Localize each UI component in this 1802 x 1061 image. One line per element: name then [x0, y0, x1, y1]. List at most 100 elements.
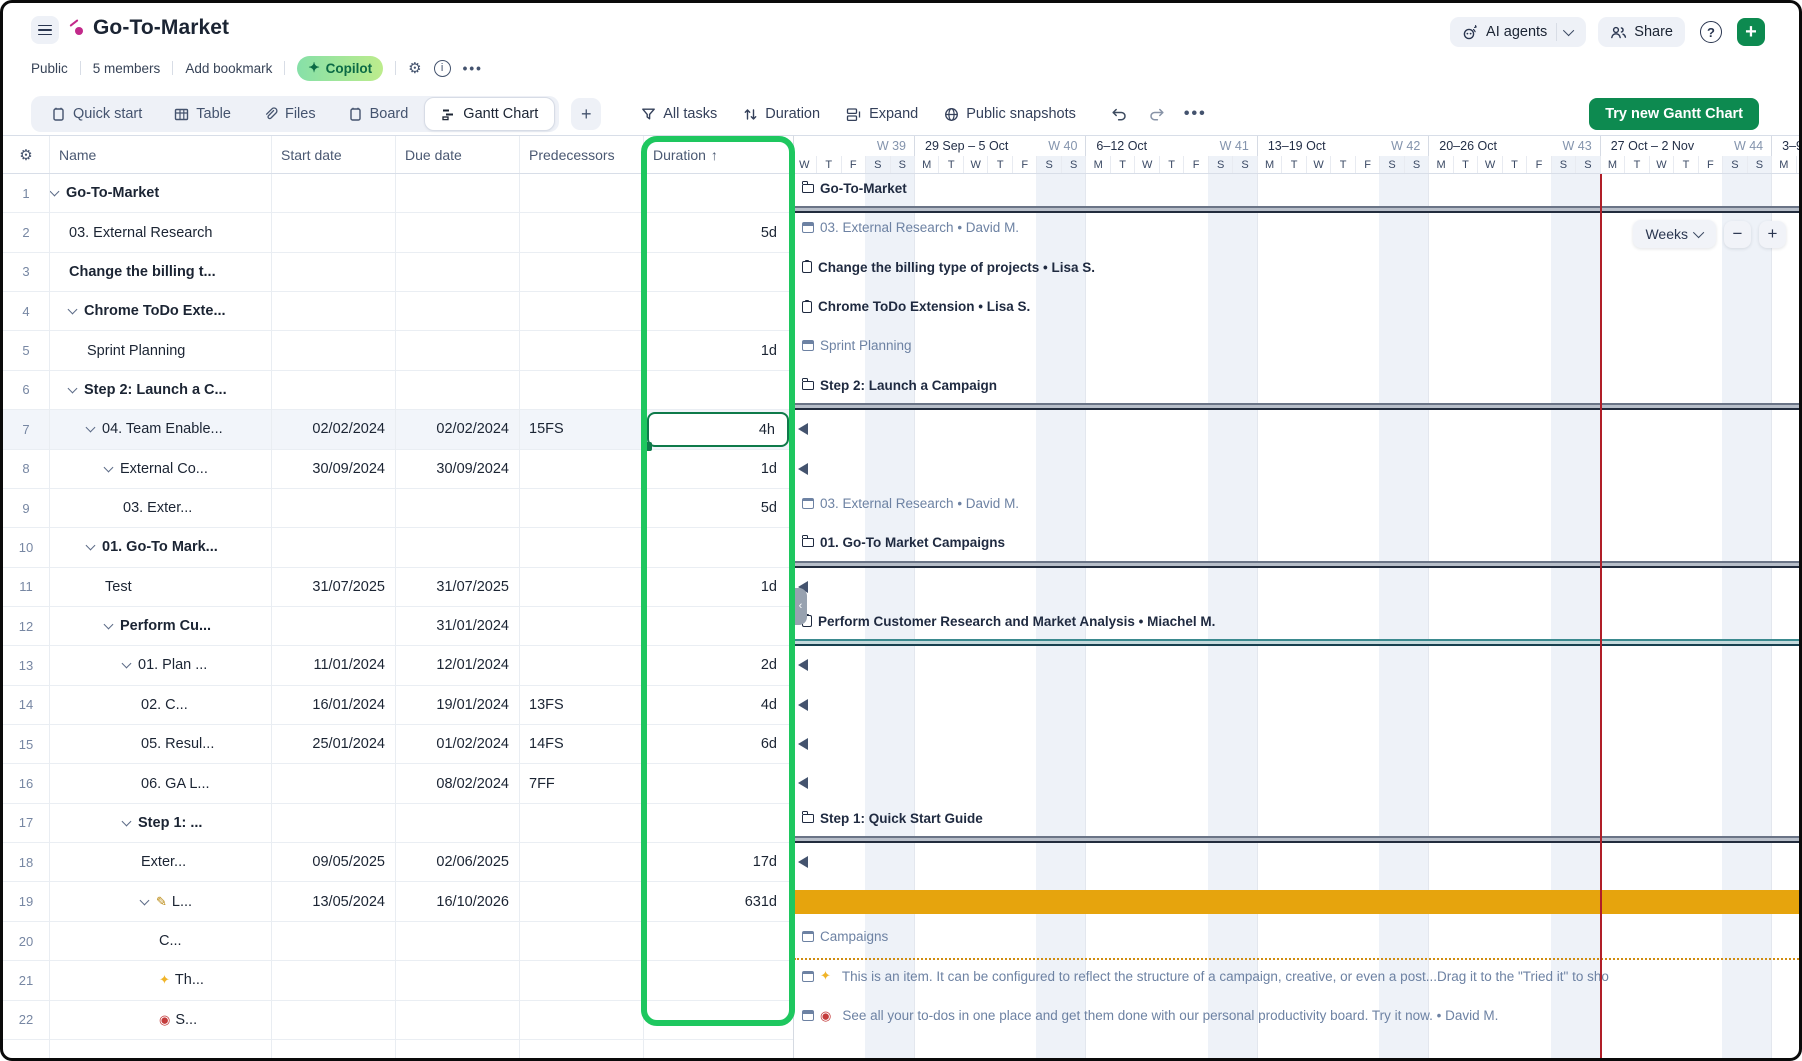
- members-label[interactable]: 5 members: [93, 61, 161, 76]
- table-row[interactable]: 6Step 2: Launch a C...: [3, 371, 793, 410]
- predecessors-cell[interactable]: [519, 922, 643, 960]
- task-name-cell[interactable]: 02. C...: [49, 686, 271, 724]
- due-date-cell[interactable]: [395, 174, 519, 212]
- task-name-cell[interactable]: 01. Go-To Mark...: [49, 528, 271, 566]
- start-date-cell[interactable]: [271, 1001, 395, 1039]
- tab-table[interactable]: Table: [158, 96, 247, 132]
- copilot-button[interactable]: ✦ Copilot: [297, 56, 383, 81]
- due-date-cell[interactable]: [395, 292, 519, 330]
- tab-quick-start[interactable]: Quick start: [35, 96, 158, 132]
- task-name-cell[interactable]: 03. External Research: [49, 213, 271, 251]
- add-view-button[interactable]: +: [571, 98, 601, 130]
- start-date-cell[interactable]: [271, 489, 395, 527]
- tab-board[interactable]: Board: [332, 96, 425, 132]
- gantt-row[interactable]: ✦This is an item. It can be configured t…: [794, 961, 1802, 1000]
- due-date-cell[interactable]: [395, 489, 519, 527]
- column-header-predecessors[interactable]: Predecessors: [529, 136, 615, 174]
- start-date-cell[interactable]: [271, 528, 395, 566]
- column-header-start[interactable]: Start date: [281, 136, 342, 174]
- duration-cell[interactable]: 5d: [643, 213, 793, 251]
- table-row[interactable]: 704. Team Enable...02/02/202402/02/20241…: [3, 410, 793, 449]
- gantt-row[interactable]: [794, 646, 1802, 685]
- redo-icon[interactable]: [1147, 107, 1166, 122]
- chevron-down-icon[interactable]: [122, 659, 132, 669]
- predecessors-cell[interactable]: [519, 174, 643, 212]
- gantt-task-label[interactable]: Sprint Planning: [802, 338, 912, 353]
- undo-icon[interactable]: [1110, 107, 1129, 122]
- predecessors-cell[interactable]: [519, 646, 643, 684]
- chevron-down-icon[interactable]: [50, 187, 60, 197]
- share-button[interactable]: Share: [1598, 17, 1685, 47]
- task-name-cell[interactable]: Change the billing t...: [49, 253, 271, 291]
- due-date-cell[interactable]: [395, 253, 519, 291]
- start-date-cell[interactable]: [271, 253, 395, 291]
- gantt-row[interactable]: [794, 882, 1802, 921]
- table-row[interactable]: 19✎L...13/05/202416/10/2026631d: [3, 882, 793, 921]
- offscreen-left-arrow-icon[interactable]: [798, 699, 808, 711]
- gantt-task-bar[interactable]: [794, 890, 1802, 914]
- duration-cell[interactable]: 2d: [643, 646, 793, 684]
- task-name-cell[interactable]: 01. Plan ...: [49, 646, 271, 684]
- offscreen-left-arrow-icon[interactable]: [798, 777, 808, 789]
- start-date-cell[interactable]: [271, 174, 395, 212]
- due-date-cell[interactable]: [395, 528, 519, 566]
- due-date-cell[interactable]: 01/02/2024: [395, 725, 519, 763]
- duration-cell[interactable]: [643, 804, 793, 842]
- task-name-cell[interactable]: Go-To-Market: [49, 174, 271, 212]
- task-name-cell[interactable]: External Co...: [49, 450, 271, 488]
- gantt-row[interactable]: [794, 568, 1802, 607]
- due-date-cell[interactable]: [395, 1001, 519, 1039]
- due-date-cell[interactable]: 16/10/2026: [395, 882, 519, 920]
- task-name-cell[interactable]: 05. Resul...: [49, 725, 271, 763]
- start-date-cell[interactable]: [271, 371, 395, 409]
- help-button[interactable]: ?: [1697, 18, 1725, 46]
- action-all-tasks[interactable]: All tasks: [641, 106, 717, 122]
- duration-cell[interactable]: 17d: [643, 843, 793, 881]
- gantt-row[interactable]: [794, 450, 1802, 489]
- chevron-down-icon[interactable]: [68, 305, 78, 315]
- gantt-row[interactable]: 01. Go-To Market Campaigns: [794, 528, 1802, 567]
- chevron-down-icon[interactable]: [86, 423, 96, 433]
- start-date-cell[interactable]: [271, 607, 395, 645]
- toolbar-more-icon[interactable]: •••: [1184, 105, 1207, 123]
- timescale-dropdown[interactable]: Weeks: [1633, 220, 1716, 248]
- gantt-task-label[interactable]: Campaigns: [802, 929, 888, 944]
- task-name-cell[interactable]: 06. GA L...: [49, 764, 271, 802]
- table-row[interactable]: 18Exter...09/05/202502/06/202517d: [3, 843, 793, 882]
- gantt-task-label[interactable]: Perform Customer Research and Market Ana…: [802, 614, 1215, 629]
- start-date-cell[interactable]: 09/05/2025: [271, 843, 395, 881]
- chevron-down-icon[interactable]: [1563, 25, 1574, 36]
- table-row[interactable]: 1606. GA L...08/02/20247FF: [3, 764, 793, 803]
- more-options-icon[interactable]: •••: [463, 61, 483, 76]
- due-date-cell[interactable]: [395, 961, 519, 999]
- table-row[interactable]: 1Go-To-Market: [3, 174, 793, 213]
- due-date-cell[interactable]: [395, 213, 519, 251]
- action-duration[interactable]: Duration: [743, 106, 820, 122]
- offscreen-left-arrow-icon[interactable]: [798, 659, 808, 671]
- tab-files[interactable]: Files: [247, 96, 332, 132]
- predecessors-cell[interactable]: [519, 213, 643, 251]
- add-bookmark-link[interactable]: Add bookmark: [185, 61, 272, 76]
- predecessors-cell[interactable]: [519, 843, 643, 881]
- gantt-row[interactable]: [794, 410, 1802, 449]
- task-name-cell[interactable]: Test: [49, 568, 271, 606]
- due-date-cell[interactable]: 31/01/2024: [395, 607, 519, 645]
- table-row[interactable]: 12Perform Cu...31/01/2024: [3, 607, 793, 646]
- gantt-row[interactable]: Sprint Planning: [794, 331, 1802, 370]
- table-row[interactable]: 8External Co...30/09/202430/09/20241d: [3, 450, 793, 489]
- gantt-task-label[interactable]: Chrome ToDo Extension • Lisa S.: [802, 299, 1030, 314]
- task-name-cell[interactable]: Chrome ToDo Exte...: [49, 292, 271, 330]
- duration-cell[interactable]: [643, 607, 793, 645]
- table-row[interactable]: 22◉S...: [3, 1001, 793, 1040]
- offscreen-left-arrow-icon[interactable]: [798, 856, 808, 868]
- start-date-cell[interactable]: 16/01/2024: [271, 686, 395, 724]
- chevron-down-icon[interactable]: [122, 816, 132, 826]
- due-date-cell[interactable]: [395, 371, 519, 409]
- chevron-down-icon[interactable]: [86, 541, 96, 551]
- duration-cell[interactable]: 631d: [643, 882, 793, 920]
- offscreen-left-arrow-icon[interactable]: [798, 463, 808, 475]
- table-row[interactable]: 203. External Research5d: [3, 213, 793, 252]
- action-public-snapshots[interactable]: Public snapshots: [944, 106, 1076, 122]
- duration-cell[interactable]: [643, 764, 793, 802]
- table-row[interactable]: 21✦Th...: [3, 961, 793, 1000]
